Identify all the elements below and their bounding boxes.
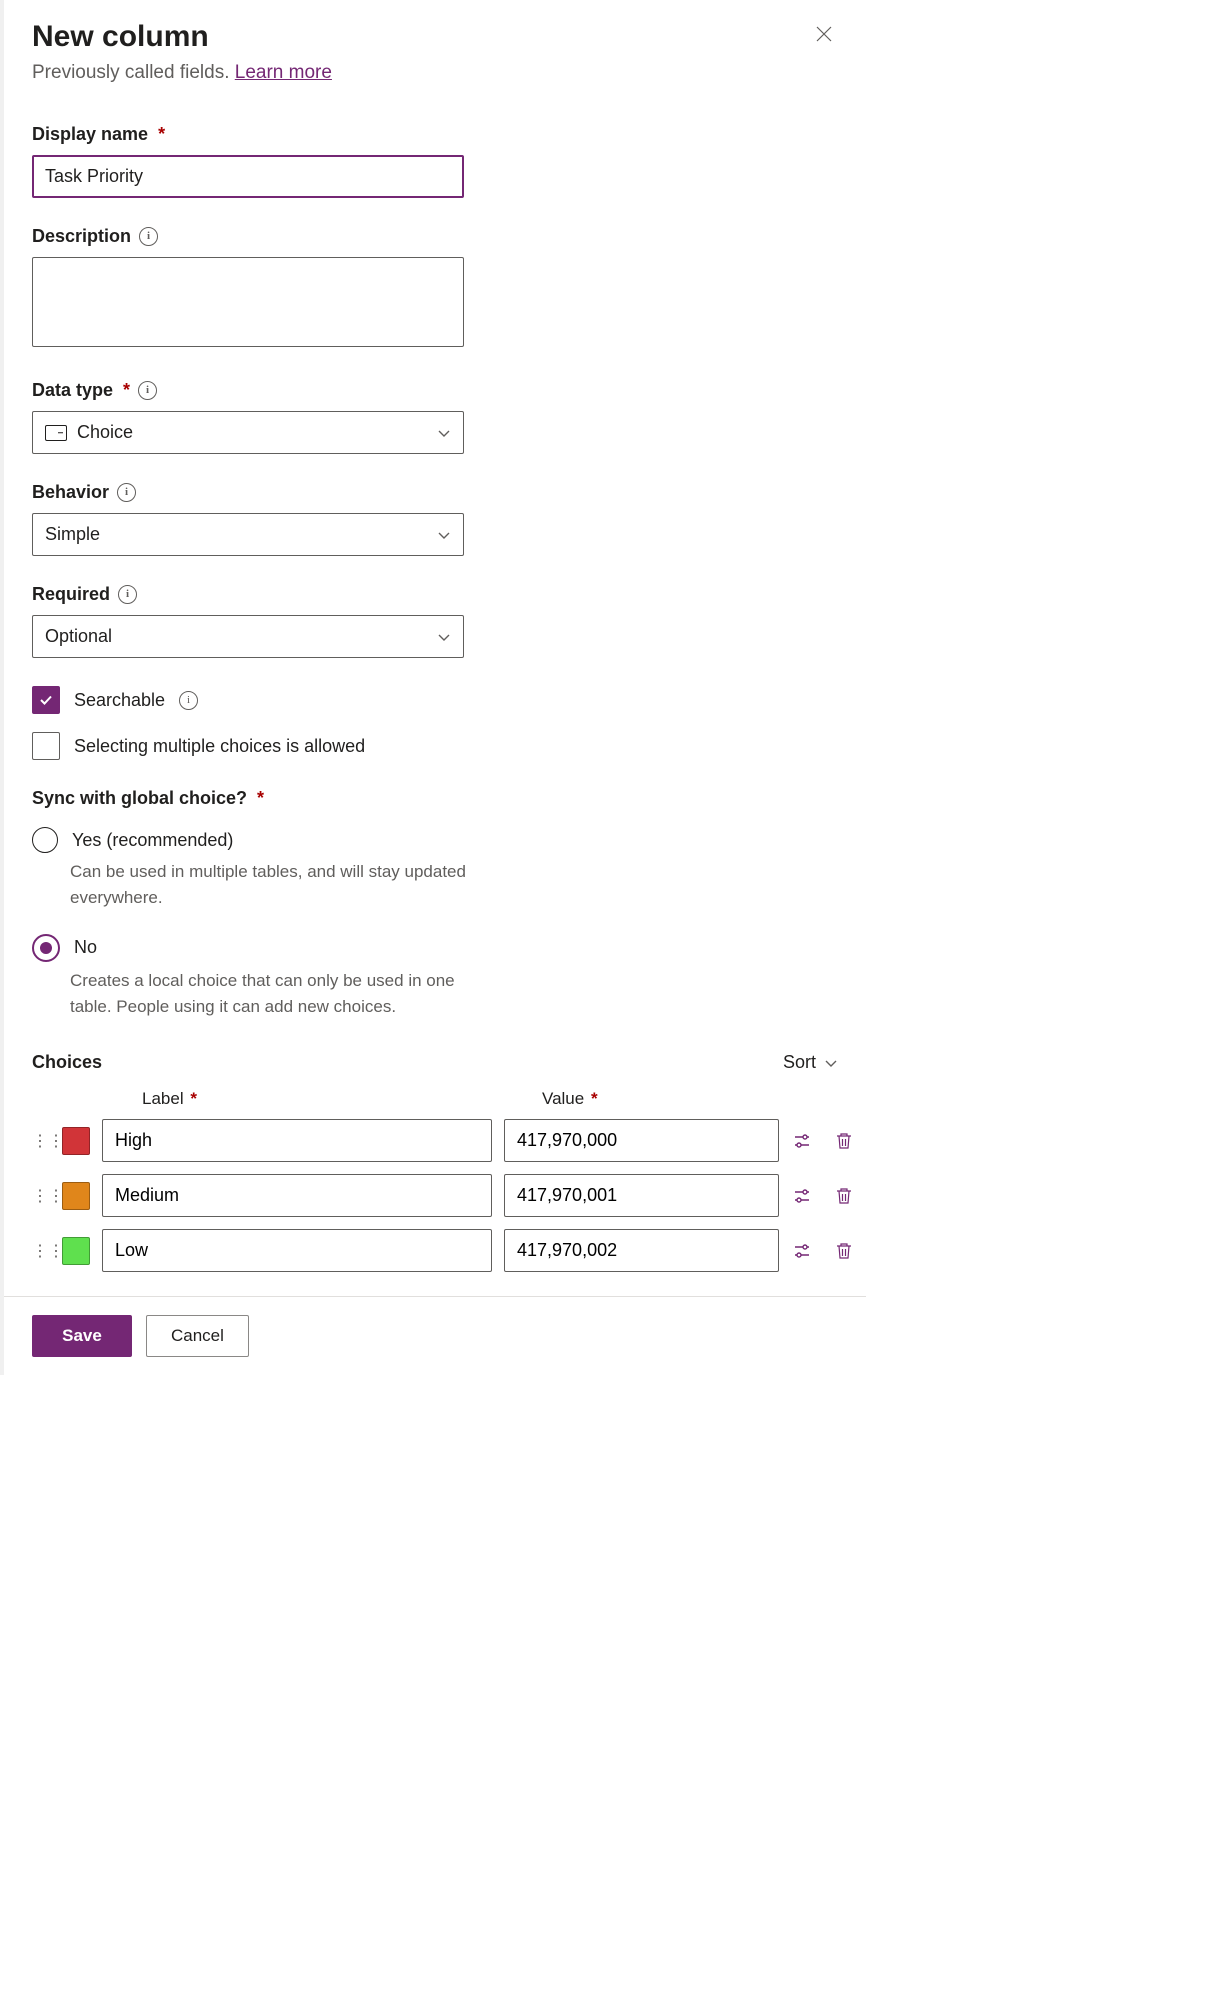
info-icon[interactable]: i [117, 483, 136, 502]
color-swatch[interactable] [62, 1127, 90, 1155]
choice-row: ⋮⋮ [32, 1119, 838, 1162]
panel-subtitle: Previously called fields. Learn more [32, 62, 838, 84]
info-icon[interactable]: i [118, 585, 137, 604]
info-icon[interactable]: i [179, 691, 198, 710]
choice-row: ⋮⋮ [32, 1174, 838, 1217]
choice-value-input[interactable] [504, 1174, 779, 1217]
sync-yes-radio[interactable] [32, 827, 58, 853]
choices-table: Label * Value * ⋮⋮ ⋮⋮ ⋮⋮ [32, 1089, 838, 1272]
chevron-down-icon [437, 426, 451, 440]
color-swatch[interactable] [62, 1182, 90, 1210]
drag-handle-icon[interactable]: ⋮⋮ [32, 1241, 50, 1261]
choice-row: ⋮⋮ [32, 1229, 838, 1272]
col-value-header: Value [542, 1089, 584, 1108]
behavior-select[interactable]: Simple [32, 513, 464, 556]
drag-handle-icon[interactable]: ⋮⋮ [32, 1186, 50, 1206]
required-asterisk: * [257, 788, 264, 809]
sort-label: Sort [783, 1052, 816, 1073]
settings-icon[interactable] [791, 1130, 813, 1152]
info-icon[interactable]: i [139, 227, 158, 246]
sort-button[interactable]: Sort [783, 1052, 838, 1073]
delete-icon[interactable] [833, 1130, 855, 1152]
required-label: Required [32, 584, 110, 605]
settings-icon[interactable] [791, 1185, 813, 1207]
choices-heading: Choices [32, 1052, 102, 1073]
choice-label-input[interactable] [102, 1119, 492, 1162]
choice-label-input[interactable] [102, 1229, 492, 1272]
info-icon[interactable]: i [138, 381, 157, 400]
sync-yes-desc: Can be used in multiple tables, and will… [70, 859, 470, 912]
chevron-down-icon [437, 630, 451, 644]
behavior-label: Behavior [32, 482, 109, 503]
choice-type-icon [45, 425, 67, 441]
display-name-label: Display name [32, 124, 148, 145]
description-input[interactable] [32, 257, 464, 347]
new-column-panel: New column Previously called fields. Lea… [0, 0, 866, 1375]
sync-yes-label: Yes (recommended) [72, 830, 233, 851]
close-icon[interactable] [810, 20, 838, 52]
color-swatch[interactable] [62, 1237, 90, 1265]
required-asterisk: * [158, 124, 165, 145]
save-button[interactable]: Save [32, 1315, 132, 1357]
col-label-header: Label [142, 1089, 184, 1108]
searchable-checkbox[interactable] [32, 686, 60, 714]
choice-label-input[interactable] [102, 1174, 492, 1217]
required-select[interactable]: Optional [32, 615, 464, 658]
multi-select-label: Selecting multiple choices is allowed [74, 736, 365, 757]
multi-select-checkbox[interactable] [32, 732, 60, 760]
display-name-input[interactable] [32, 155, 464, 198]
panel-title: New column [32, 20, 209, 54]
sync-question-label: Sync with global choice? [32, 788, 247, 809]
sync-no-desc: Creates a local choice that can only be … [70, 968, 470, 1021]
learn-more-link[interactable]: Learn more [235, 62, 332, 83]
sync-no-radio[interactable] [32, 934, 60, 962]
chevron-down-icon [824, 1056, 838, 1070]
behavior-value: Simple [45, 524, 100, 545]
description-label: Description [32, 226, 131, 247]
drag-handle-icon[interactable]: ⋮⋮ [32, 1131, 50, 1151]
required-asterisk: * [123, 380, 130, 401]
delete-icon[interactable] [833, 1185, 855, 1207]
cancel-button[interactable]: Cancel [146, 1315, 249, 1357]
subtitle-text: Previously called fields. [32, 62, 235, 83]
settings-icon[interactable] [791, 1240, 813, 1262]
required-value: Optional [45, 626, 112, 647]
data-type-value: Choice [77, 422, 133, 443]
chevron-down-icon [437, 528, 451, 542]
sync-no-label: No [74, 937, 97, 958]
delete-icon[interactable] [833, 1240, 855, 1262]
data-type-select[interactable]: Choice [32, 411, 464, 454]
choice-value-input[interactable] [504, 1229, 779, 1272]
data-type-label: Data type [32, 380, 113, 401]
panel-footer: Save Cancel [4, 1296, 866, 1375]
choice-value-input[interactable] [504, 1119, 779, 1162]
searchable-label: Searchable [74, 690, 165, 711]
